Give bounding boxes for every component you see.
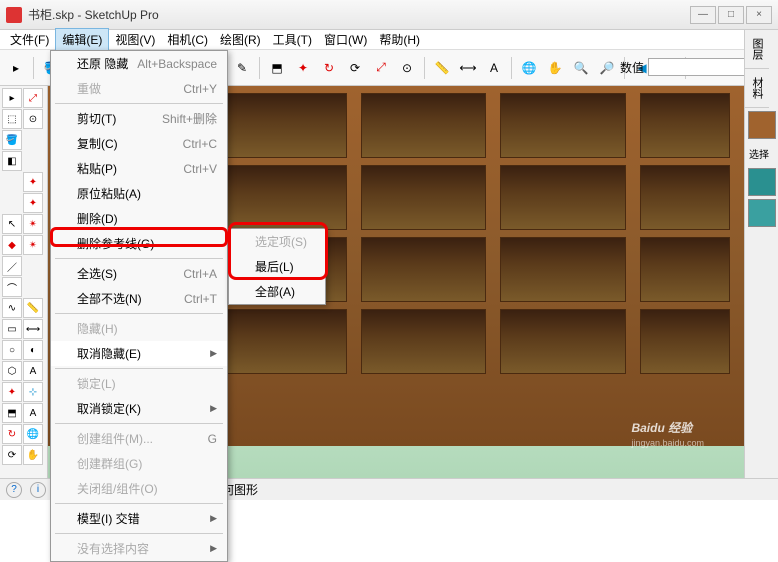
- unhide-submenu: 选定项(S)最后(L)全部(A): [228, 228, 326, 305]
- maximize-button[interactable]: □: [718, 6, 744, 24]
- menu-item[interactable]: 剪切(T)Shift+删除: [51, 106, 227, 131]
- menu-item: 关闭组/组件(O): [51, 476, 227, 501]
- ltool-tape-icon[interactable]: 📏: [23, 298, 43, 318]
- ltool-move-icon[interactable]: ✦: [2, 382, 22, 402]
- select-label: 选择: [745, 142, 778, 165]
- tab-materials[interactable]: 材料: [745, 69, 769, 108]
- measurement-label: 数值: [620, 59, 644, 76]
- title-bar: 书柜.skp - SketchUp Pro — □ ×: [0, 0, 778, 30]
- app-icon: [6, 7, 22, 23]
- menu-item[interactable]: 模型(I) 交错▶: [51, 506, 227, 531]
- ltool-push-icon[interactable]: ⬒: [2, 403, 22, 423]
- status-info-icon[interactable]: i: [30, 482, 46, 498]
- menu-item[interactable]: 还原 隐藏Alt+Backspace: [51, 51, 227, 76]
- menu-item[interactable]: 取消隐藏(E)▶: [51, 341, 227, 366]
- tool-rotate-icon[interactable]: ↻: [317, 56, 341, 80]
- tool-zoom-icon[interactable]: 🔍: [569, 56, 593, 80]
- ltool-3dtext-icon[interactable]: A: [23, 403, 43, 423]
- ltool-orbit-icon[interactable]: 🌐: [23, 424, 43, 444]
- menu-view[interactable]: 视图(V): [109, 29, 161, 50]
- window-buttons: — □ ×: [690, 6, 772, 24]
- tool-pan-icon[interactable]: ✋: [543, 56, 567, 80]
- ltool-poly-icon[interactable]: ⬡: [2, 361, 22, 381]
- ltool-star4-icon[interactable]: ✴: [23, 235, 43, 255]
- menu-item[interactable]: 取消锁定(K)▶: [51, 396, 227, 421]
- tool-offset-icon[interactable]: ⊙: [395, 56, 419, 80]
- edit-menu-dropdown: 还原 隐藏Alt+Backspace重做Ctrl+Y 剪切(T)Shift+删除复…: [50, 50, 228, 562]
- menu-item[interactable]: 粘贴(P)Ctrl+V: [51, 156, 227, 181]
- ltool-arc-icon[interactable]: ⌒: [2, 277, 22, 297]
- minimize-button[interactable]: —: [690, 6, 716, 24]
- menu-item: 锁定(L): [51, 371, 227, 396]
- menu-item: 没有选择内容▶: [51, 536, 227, 561]
- left-toolbox: ▸⬚ 🪣◧ ↖◆ ／⌒ ∿▭ ○⬡ ✦⬒ ↻⟳ ⤢⊙ ✦✦ ✴✴ 📏⟷ ◐A ⊹…: [0, 86, 48, 478]
- menu-draw[interactable]: 绘图(R): [214, 29, 267, 50]
- swatch-wood[interactable]: [748, 111, 776, 139]
- ltool-dim-icon[interactable]: ⟷: [23, 319, 43, 339]
- tool-freehand-icon[interactable]: ✎: [230, 56, 254, 80]
- watermark: Baidu 经验 jingyan.baidu.com: [631, 412, 704, 448]
- ltool-star-icon[interactable]: ✦: [23, 172, 43, 192]
- tool-orbit-icon[interactable]: 🌐: [517, 56, 541, 80]
- ltool-circle-icon[interactable]: ○: [2, 340, 22, 360]
- submenu-item[interactable]: 全部(A): [229, 279, 325, 304]
- menu-item: 重做Ctrl+Y: [51, 76, 227, 101]
- ltool-scale-icon[interactable]: ⤢: [23, 88, 43, 108]
- tool-push-icon[interactable]: ⬒: [265, 56, 289, 80]
- tool-follow-icon[interactable]: ⟳: [343, 56, 367, 80]
- right-panel: 图层 材料 选择: [744, 30, 778, 478]
- ltool-select-icon[interactable]: ▸: [2, 88, 22, 108]
- ltool-follow-icon[interactable]: ⟳: [2, 445, 22, 465]
- tool-dim-icon[interactable]: ⟷: [456, 56, 480, 80]
- ltool-line-icon[interactable]: ／: [2, 256, 22, 276]
- menu-file[interactable]: 文件(F): [4, 29, 55, 50]
- ltool-axes-icon[interactable]: ⊹: [23, 382, 43, 402]
- swatch-teal2[interactable]: [748, 199, 776, 227]
- ltool-rect-icon[interactable]: ▭: [2, 319, 22, 339]
- status-help-icon[interactable]: ?: [6, 482, 22, 498]
- ltool-component-icon[interactable]: ⬚: [2, 109, 22, 129]
- ltool-text-icon[interactable]: A: [23, 361, 43, 381]
- submenu-item[interactable]: 最后(L): [229, 254, 325, 279]
- tool-scale-icon[interactable]: ⤢: [369, 56, 393, 80]
- ltool-star3-icon[interactable]: ✴: [23, 214, 43, 234]
- menu-item[interactable]: 删除参考线(G): [51, 231, 227, 256]
- menu-item[interactable]: 原位粘贴(A): [51, 181, 227, 206]
- tool-zoomext-icon[interactable]: 🔎: [595, 56, 619, 80]
- menu-item[interactable]: 删除(D): [51, 206, 227, 231]
- tab-layers[interactable]: 图层: [745, 30, 769, 69]
- ltool-paint-icon[interactable]: 🪣: [2, 130, 22, 150]
- swatch-teal1[interactable]: [748, 168, 776, 196]
- menu-item: 隐藏(H): [51, 316, 227, 341]
- menu-item: 创建群组(G): [51, 451, 227, 476]
- menu-bar: 文件(F) 编辑(E) 视图(V) 相机(C) 绘图(R) 工具(T) 窗口(W…: [0, 30, 778, 50]
- ltool-rotate-icon[interactable]: ↻: [2, 424, 22, 444]
- submenu-item: 选定项(S): [229, 229, 325, 254]
- ltool-eraser-icon[interactable]: ◧: [2, 151, 22, 171]
- menu-item: 创建组件(M)...G: [51, 426, 227, 451]
- ltool-ruby-icon[interactable]: ◆: [2, 235, 22, 255]
- close-button[interactable]: ×: [746, 6, 772, 24]
- menu-item[interactable]: 全部不选(N)Ctrl+T: [51, 286, 227, 311]
- tool-text-icon[interactable]: A: [482, 56, 506, 80]
- menu-item[interactable]: 复制(C)Ctrl+C: [51, 131, 227, 156]
- menu-tools[interactable]: 工具(T): [267, 29, 318, 50]
- ltool-pan-icon[interactable]: ✋: [23, 445, 43, 465]
- window-title: 书柜.skp - SketchUp Pro: [28, 6, 690, 23]
- menu-window[interactable]: 窗口(W): [318, 29, 373, 50]
- menu-edit[interactable]: 编辑(E): [55, 28, 109, 51]
- ltool-free-icon[interactable]: ∿: [2, 298, 22, 318]
- ltool-protractor-icon[interactable]: ◐: [23, 340, 43, 360]
- tool-tape-icon[interactable]: 📏: [430, 56, 454, 80]
- ltool-offset-icon[interactable]: ⊙: [23, 109, 43, 129]
- ltool-cursor-icon[interactable]: ↖: [2, 214, 22, 234]
- ltool-star2-icon[interactable]: ✦: [23, 193, 43, 213]
- tool-move-icon[interactable]: ✦: [291, 56, 315, 80]
- menu-help[interactable]: 帮助(H): [373, 29, 426, 50]
- tool-select-icon[interactable]: ▸: [4, 56, 28, 80]
- menu-item[interactable]: 全选(S)Ctrl+A: [51, 261, 227, 286]
- menu-camera[interactable]: 相机(C): [161, 29, 214, 50]
